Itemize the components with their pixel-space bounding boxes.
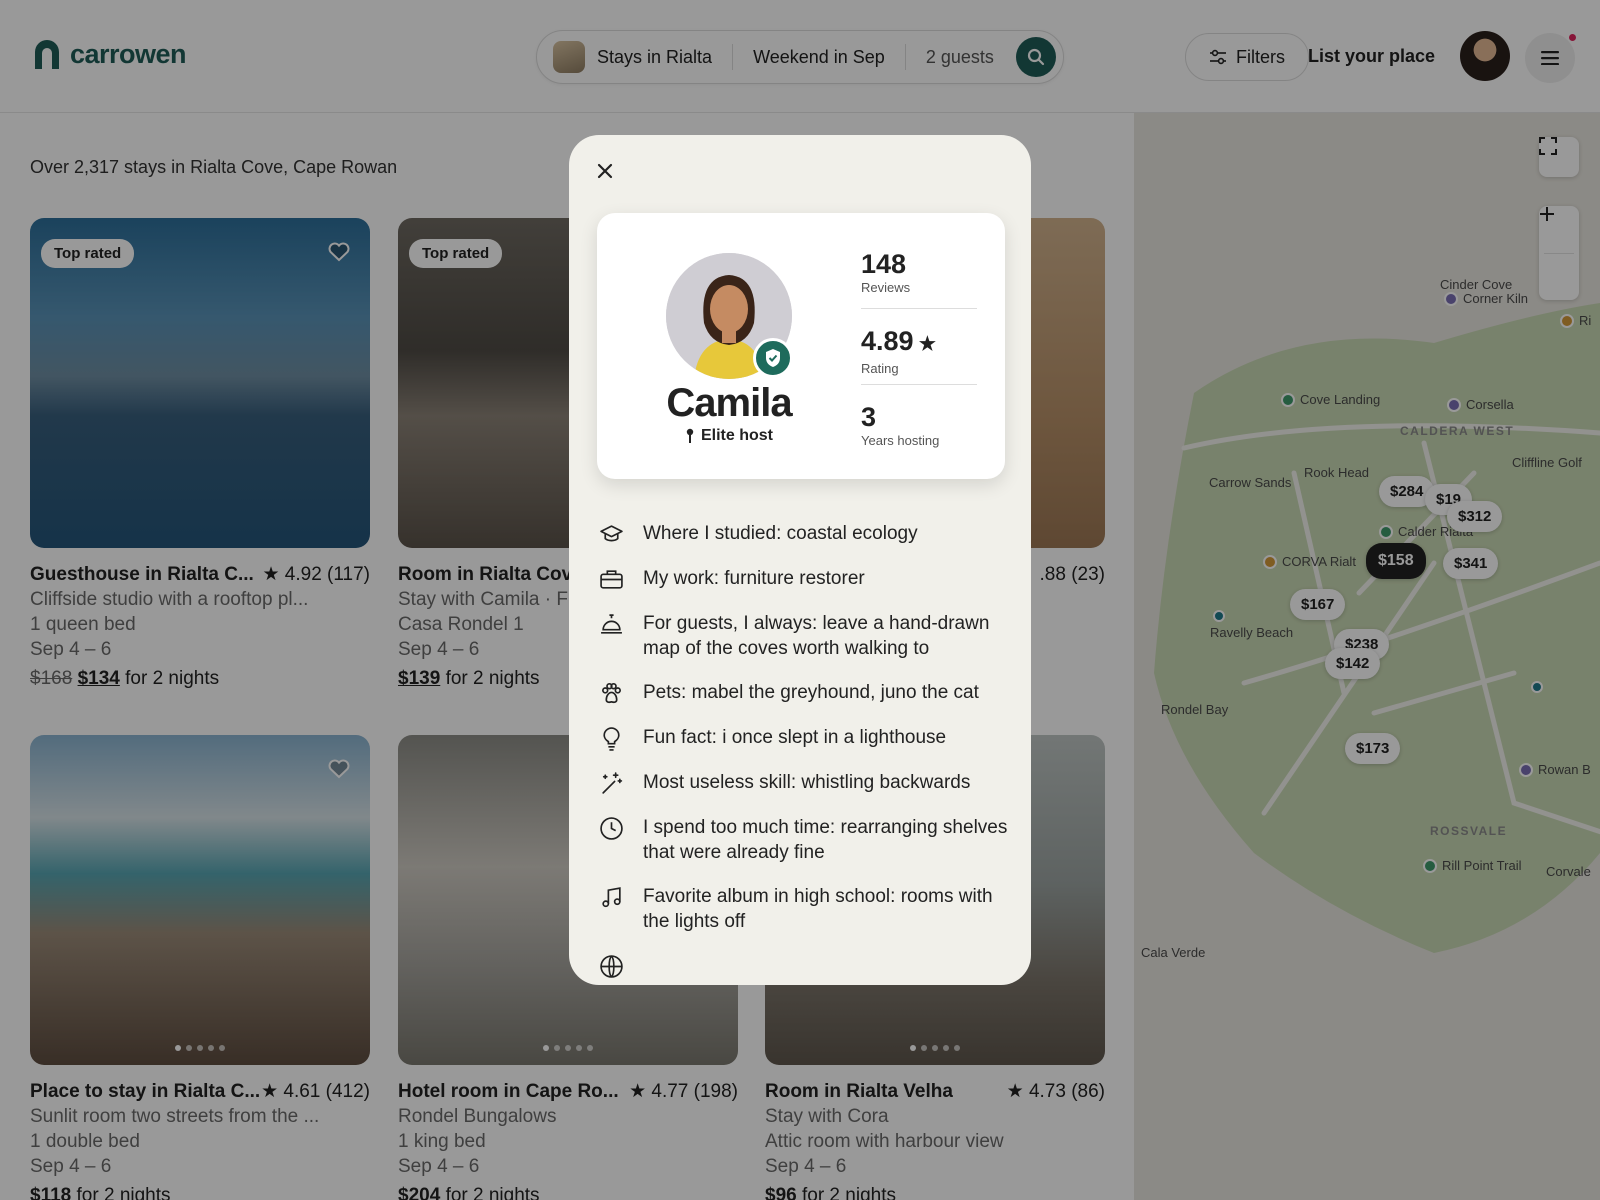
stat-rating: 4.89 ★ Rating (861, 326, 977, 376)
host-fact: Pets: mabel the greyhound, juno the cat (599, 680, 1009, 706)
briefcase-icon (600, 570, 623, 589)
fact-text: Most useless skill: whistling backwards (643, 772, 971, 793)
host-role: Elite host (597, 427, 861, 445)
verified-shield-icon (753, 338, 793, 378)
stat-label: Reviews (861, 280, 911, 295)
host-fact: I spend too much time: rearranging shelv… (599, 815, 1009, 865)
host-fact-partial (599, 953, 1009, 979)
music-note-icon (602, 887, 621, 908)
lightbulb-icon (603, 727, 620, 751)
clock-icon (600, 817, 623, 840)
fact-text: Where I studied: coastal ecology (643, 523, 918, 544)
service-bell-icon (601, 614, 622, 634)
magic-wand-icon (602, 772, 623, 794)
graduation-cap-icon (600, 525, 623, 542)
host-fact: Favorite album in high school: rooms wit… (599, 884, 1009, 934)
close-icon[interactable] (593, 159, 617, 183)
host-fact: Fun fact: i once slept in a lighthouse (599, 725, 1009, 751)
divider (861, 384, 977, 385)
host-fact: My work: furniture restorer (599, 566, 1009, 592)
host-role-label: Elite host (700, 427, 773, 444)
stat-label: Years hosting (861, 433, 940, 448)
star-icon: ★ (913, 334, 936, 355)
globe-icon (600, 955, 623, 978)
fact-text: I spend too much time: rearranging shelv… (643, 817, 1008, 863)
host-fact: Most useless skill: whistling backwards (599, 770, 1009, 796)
stat-years: 3 Years hosting (861, 402, 977, 448)
paw-icon (602, 682, 621, 704)
key-icon (686, 428, 694, 443)
fact-text: Pets: mabel the greyhound, juno the cat (643, 682, 979, 703)
host-fact: Where I studied: coastal ecology (599, 521, 1009, 547)
stat-value: 4.89 ★ (861, 326, 936, 356)
stat-label: Rating (861, 361, 899, 376)
stat-value: 148 (861, 249, 907, 279)
host-profile-modal: Camila Elite host 148 Reviews 4.89 ★ Rat… (569, 135, 1031, 985)
fact-text: For guests, I always: leave a hand-drawn… (643, 613, 990, 659)
stat-value: 3 (861, 402, 877, 432)
divider (861, 308, 977, 309)
host-summary-card: Camila Elite host 148 Reviews 4.89 ★ Rat… (597, 213, 1005, 479)
host-facts-list: Where I studied: coastal ecology My work… (599, 521, 1009, 985)
fact-text: My work: furniture restorer (643, 568, 865, 589)
fact-text: Favorite album in high school: rooms wit… (643, 886, 993, 932)
host-name: Camila (666, 381, 792, 425)
fact-text: Fun fact: i once slept in a lighthouse (643, 727, 947, 748)
stat-reviews: 148 Reviews (861, 249, 977, 295)
host-fact: For guests, I always: leave a hand-drawn… (599, 611, 1009, 661)
